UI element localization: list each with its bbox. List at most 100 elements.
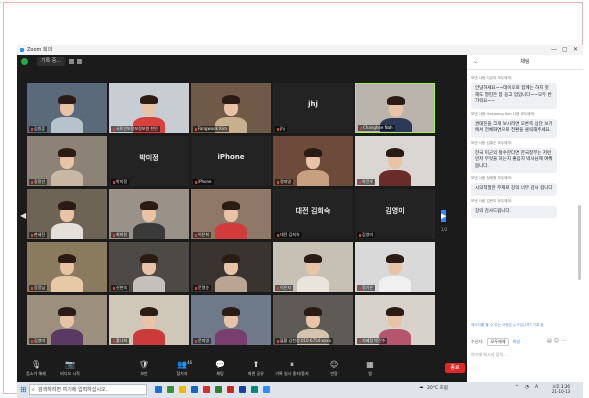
zoom-window: Zoom 회의 — ▢ ✕ 기록 중... ◀ ▶ 1/2 김원훈 국토안보정보정… [17,45,583,398]
toolbar-item[interactable]: 📷 비디오 시작 [53,360,87,377]
emoji-icon[interactable]: ☺ [554,338,561,344]
chat-visibility-note[interactable]: 메시지를 볼 수 있는 사람은 누구입니까? 기록 중 [471,323,579,328]
toolbar-icon: ⬆ [252,360,260,369]
meeting-top-bar: 기록 중... [17,55,437,69]
store-icon[interactable] [203,386,210,393]
next-page-arrow[interactable]: ▶ [441,210,446,222]
stop-record-icon[interactable] [77,59,82,64]
network-icon[interactable]: ◔ [525,385,529,390]
participant-video-hair [222,201,240,210]
participant-tile[interactable]: 지혜림 박진수 [355,295,435,345]
chat-scrollbar[interactable] [578,205,581,280]
toolbar-item[interactable]: ▦ 앱 [353,360,387,377]
weather-icon[interactable]: ☁ [419,385,424,390]
participant-name: Changhee Nah [363,125,393,130]
participant-tile[interactable]: 국토안보정보정보원 한민 [109,83,189,133]
participant-tile[interactable]: 김영미 김영미 [355,189,435,239]
participant-name: 김영미 [362,232,374,237]
participant-tile[interactable]: 강정선 [27,136,107,186]
prev-page-arrow[interactable]: ◀ [20,210,26,222]
file-button[interactable]: 파일 [513,339,520,345]
chat-sender: 보낸 사람 정희원 모두에게: [471,176,513,180]
folder-icon[interactable] [179,386,186,393]
taskbar-search[interactable]: ⌕ 검색하려면 여기에 입력하십시오. [29,384,147,395]
participant-tile[interactable]: 문명순 [191,242,271,292]
participant-tile[interactable]: 이은희 [191,189,271,239]
security-shield-icon[interactable] [21,58,28,65]
participant-tile[interactable]: 대전 김희숙 대전 김희숙 [273,189,353,239]
edge-icon[interactable] [167,386,174,393]
minimize-icon[interactable]: — [551,45,557,55]
weather-text[interactable]: 20°C 흐림 [427,385,448,391]
powerpoint-icon[interactable] [227,386,234,393]
participant-tile[interactable]: 최희원 [109,189,189,239]
participant-tile[interactable]: 이은지 [273,242,353,292]
participant-tile[interactable]: 한세진 [27,189,107,239]
chrome-icon[interactable] [251,386,258,393]
toolbar-item[interactable]: ☺ 반응 [317,360,351,377]
participant-name: 황나희 [116,338,128,343]
participant-name-label: 최희원 [111,232,130,238]
word-icon[interactable] [239,386,246,393]
participant-video-hair [140,307,158,316]
recipient-select[interactable]: 모두에게 [486,338,510,346]
participant-name-label: iPhone [193,179,214,185]
mic-muted-icon [113,339,115,343]
participant-tile[interactable]: 김원훈 [27,83,107,133]
windows-start-icon[interactable]: ⊞ [20,386,27,394]
end-meeting-button[interactable]: 종료 [445,363,465,373]
participant-tile[interactable]: iPhone iPhone [191,136,271,186]
participant-tile[interactable]: 신현숙 [109,242,189,292]
mic-muted-icon [113,180,115,184]
zoom-taskbar-icon[interactable] [263,386,270,393]
toolbar-item[interactable]: ⬆ 화면 공유 [239,360,273,377]
task-view-icon[interactable] [155,386,162,393]
recipient-label: 수신자: [471,339,484,344]
toolbar-item[interactable]: 👥 참가자 46 [165,360,199,377]
participant-tile[interactable]: jhj jhj [273,83,353,133]
participant-tile[interactable]: 문미영 [191,295,271,345]
participant-tile[interactable]: 정기은 [355,242,435,292]
pause-record-icon[interactable] [69,59,74,64]
participant-name: 정기은 [362,285,374,290]
participant-name: jhj [280,126,285,131]
participant-tile[interactable]: Fangwook Kim [191,83,271,133]
mail-icon[interactable] [191,386,198,393]
participant-name-label: 문명순 [193,285,212,291]
participant-video-hair [222,307,240,316]
participant-name-label: 하진우 [357,179,376,185]
tray-arrow-icon[interactable]: ^ [515,385,519,390]
participant-name: 이은지 [280,285,292,290]
mic-muted-icon [277,127,279,131]
participant-name-label: 이은지 [275,285,294,291]
participant-tile[interactable]: 정대영 [273,136,353,186]
chevron-down-icon[interactable]: ⌄ [473,55,478,69]
more-icon[interactable]: ⋯ [561,338,568,344]
language-indicator[interactable]: A [535,385,538,390]
chat-sender: 보낸 사람 김란오 모두에게: [471,198,513,203]
recording-indicator[interactable]: 기록 중... [37,57,65,66]
participant-video-body [297,276,329,292]
participant-name-label: 국토안보정보정보원 한민 [111,126,160,132]
toolbar-item[interactable]: 🛡 보안 [127,360,161,377]
participant-video-body [379,170,411,186]
participant-name-label: 김영미 [357,232,376,238]
taskbar-clock[interactable]: 오후 3:36 21-10-13 [552,384,570,394]
participant-tile[interactable]: 강정님 [27,242,107,292]
toolbar-item[interactable]: ⏸ 기록 일시 중지/중지 [275,360,309,377]
participant-tile[interactable]: Changhee Nah [355,83,435,133]
excel-icon[interactable] [215,386,222,393]
participant-tile[interactable]: 황나희 [109,295,189,345]
file-icon[interactable]: ▤ [547,338,554,344]
toolbar-item[interactable]: 🎙 음소거 해제 [19,360,53,377]
close-icon[interactable]: ✕ [573,45,578,55]
chat-input[interactable]: 여기에 메시지 입력... [471,352,579,378]
participant-tile[interactable]: 하진우 [355,136,435,186]
participant-tile[interactable]: 박미정 박미정 [109,136,189,186]
participant-tile[interactable]: 김영미 [27,295,107,345]
chat-message: 안녕하세요~~데이오로 함께는 하지 못해도 열띤은 참 응고 업입니다~~모두… [471,83,557,109]
maximize-icon[interactable]: ▢ [562,45,568,55]
toolbar-item[interactable]: 💬 채팅 [203,360,237,377]
participant-video-body [297,170,329,186]
participant-tile[interactable]: 불황 김천정 010-6754-xxxx [273,295,353,345]
